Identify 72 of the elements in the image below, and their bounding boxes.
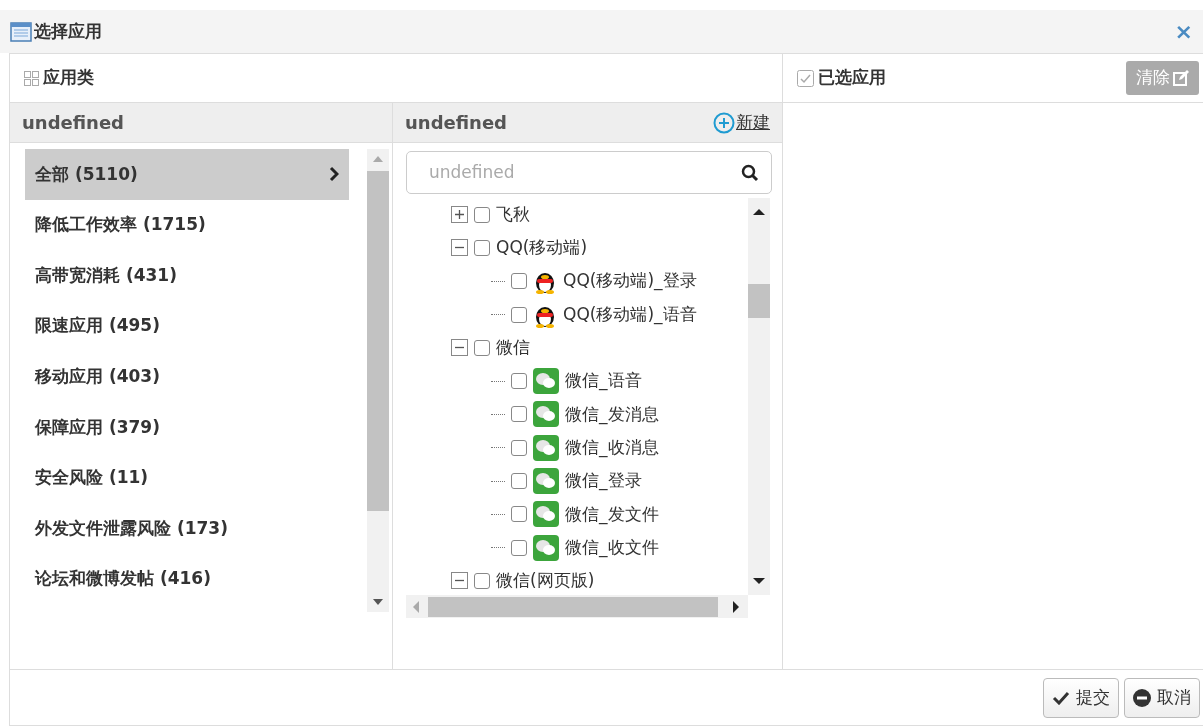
category-item[interactable]: 降低工作效率 (1715) [25,199,349,251]
category-item[interactable]: 外发文件泄露风险 (173) [25,503,349,554]
collapse-icon[interactable] [451,239,468,257]
tree-node-label[interactable]: 微信(网页版) [496,568,595,594]
checkbox[interactable] [511,506,527,523]
checkbox[interactable] [474,206,490,223]
scrollbar[interactable] [367,149,389,612]
scroll-left-arrow-icon[interactable] [412,600,420,613]
tree-node-label[interactable]: 微信 [496,335,530,361]
scroll-down-arrow-icon[interactable] [753,577,765,585]
checkbox[interactable] [511,473,527,489]
collapse-icon[interactable] [451,572,468,590]
cancel-button[interactable]: 取消 [1124,677,1200,718]
chat-bubbles-icon [533,368,559,395]
submit-button[interactable]: 提交 [1043,677,1119,718]
scrollbar[interactable] [748,198,770,595]
checkbox[interactable] [511,373,527,390]
expand-icon[interactable] [451,206,468,224]
category-item[interactable]: 保障应用 (379) [25,401,349,453]
checkbox[interactable] [511,439,527,456]
new-link[interactable]: 新建 [713,109,770,136]
minus-circle-icon [1133,688,1151,707]
chat-bubbles-icon [533,534,559,561]
checkbox[interactable] [474,239,490,256]
column-header: undefined [405,111,507,135]
checkbox[interactable] [511,406,527,423]
tree-node-label[interactable]: 微信_语音 [565,368,642,394]
checkmark-icon [1052,690,1070,705]
tree-node-label[interactable]: QQ(移动端)_登录 [563,268,697,294]
category-item[interactable]: 限速应用 (495) [25,300,349,352]
checkbox[interactable] [474,572,490,589]
category-item[interactable]: 安全风险 (11) [25,452,349,504]
collapse-icon[interactable] [451,339,468,357]
tree-node-label[interactable]: QQ(移动端)_语音 [563,301,697,328]
category-item[interactable]: 高带宽消耗 (431) [25,250,349,301]
tree-node-label[interactable]: 飞秋 [496,201,530,228]
tree-node-label[interactable]: 微信_发消息 [565,401,659,428]
grid-icon [24,70,39,86]
search-icon [741,163,759,182]
category-item[interactable]: 全部 (5110) [25,149,349,200]
chat-bubbles-icon [533,401,559,428]
search-field[interactable]: undefined [406,151,772,194]
chat-bubbles-icon [533,468,559,494]
window-icon [10,21,32,42]
scrollbar-thumb[interactable] [367,171,389,511]
edit-icon [1173,70,1189,86]
chat-bubbles-icon [533,434,559,461]
scroll-right-arrow-icon[interactable] [732,600,740,613]
panel-title: 已选应用 [818,66,886,90]
tree-node-label[interactable]: 微信_发文件 [565,501,659,528]
plus-circle-icon [713,111,735,134]
scrollbar[interactable] [406,595,748,618]
column-header: undefined [22,111,124,135]
checkbox[interactable] [474,339,490,356]
checkbox-icon [797,69,814,87]
category-item[interactable]: 移动应用 (403) [25,351,349,402]
checkbox[interactable] [511,306,527,323]
scroll-down-arrow-icon[interactable] [373,598,383,606]
window-title: 选择应用 [34,19,102,43]
chevron-right-icon [329,166,339,183]
tree-node-label[interactable]: QQ(移动端) [496,235,588,261]
tree-node-label[interactable]: 微信_收消息 [565,434,659,461]
chat-bubbles-icon [533,501,559,528]
checkbox[interactable] [511,273,527,290]
category-item[interactable]: 论坛和微博发帖 (416) [25,553,349,605]
panel-title: 应用类 [43,66,94,90]
tree-node-label[interactable]: 微信_收文件 [565,534,659,561]
checkbox[interactable] [511,539,527,556]
scrollbar-thumb[interactable] [428,596,718,617]
scroll-up-arrow-icon[interactable] [753,208,765,216]
tree-node-label[interactable]: 微信_登录 [565,468,642,494]
scrollbar-thumb[interactable] [748,284,770,318]
